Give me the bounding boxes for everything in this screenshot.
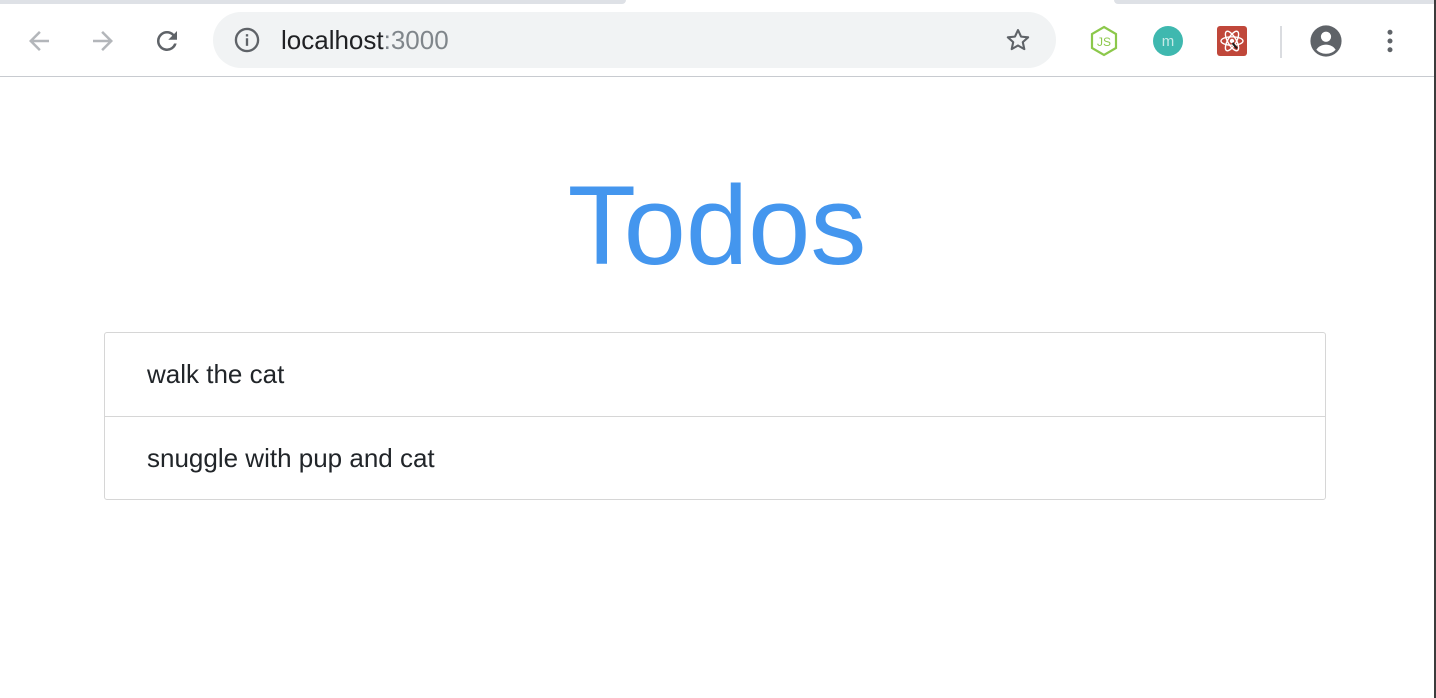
- nodejs-extension-button[interactable]: JS: [1087, 24, 1121, 58]
- todo-list: walk the cat snuggle with pup and cat: [104, 332, 1326, 500]
- m-extension-button[interactable]: m: [1151, 24, 1185, 58]
- react-extension-button[interactable]: [1215, 24, 1249, 58]
- star-icon: [1006, 29, 1030, 51]
- nodejs-extension-icon: JS: [1090, 25, 1118, 57]
- address-bar[interactable]: localhost:3000: [213, 12, 1056, 68]
- profile-button[interactable]: [1309, 24, 1343, 58]
- url-port: :3000: [383, 25, 449, 55]
- browser-toolbar: localhost:3000 JS m: [0, 4, 1436, 77]
- reload-button[interactable]: [150, 24, 184, 58]
- svg-text:m: m: [1162, 33, 1175, 50]
- page-title: Todos: [567, 163, 867, 288]
- url-host: localhost: [281, 25, 384, 55]
- more-vert-icon: [1387, 29, 1393, 53]
- menu-button[interactable]: [1373, 24, 1407, 58]
- arrow-left-icon: [29, 31, 49, 51]
- page-content: Todos walk the cat snuggle with pup and …: [0, 77, 1434, 698]
- info-icon: [234, 27, 260, 53]
- site-info-button[interactable]: [233, 26, 261, 54]
- todo-item[interactable]: snuggle with pup and cat: [105, 416, 1325, 499]
- toolbar-divider: [1280, 26, 1282, 58]
- react-extension-icon: [1217, 26, 1247, 56]
- url-text[interactable]: localhost:3000: [281, 25, 449, 55]
- todo-item[interactable]: walk the cat: [105, 333, 1325, 416]
- svg-text:JS: JS: [1097, 35, 1111, 49]
- m-extension-icon: m: [1153, 26, 1183, 56]
- back-button[interactable]: [22, 24, 56, 58]
- arrow-right-icon: [93, 31, 113, 51]
- reload-icon: [156, 30, 177, 51]
- browser-window: localhost:3000 JS m Todos walk the cat s…: [0, 0, 1436, 698]
- account-icon: [1310, 25, 1342, 57]
- bookmark-button[interactable]: [1003, 25, 1033, 55]
- forward-button[interactable]: [86, 24, 120, 58]
